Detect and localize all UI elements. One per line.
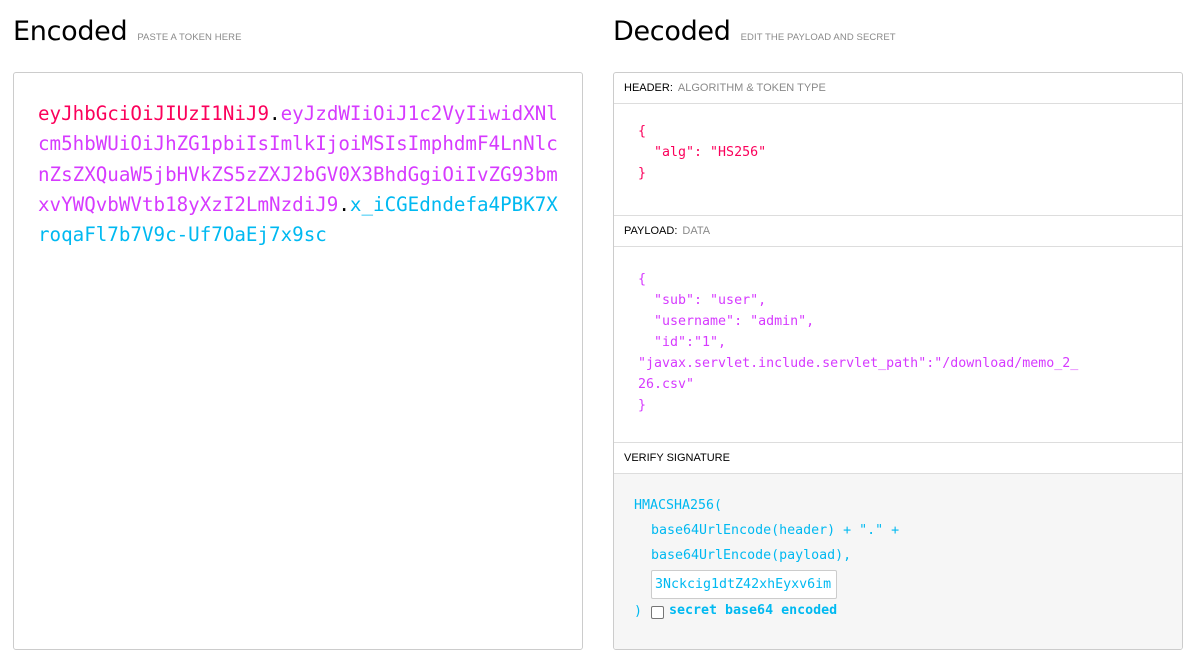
signature-close-paren: ) — [634, 604, 643, 619]
payload-section-desc: DATA — [682, 225, 711, 237]
token-dot: . — [269, 102, 281, 125]
encoded-token-editor[interactable]: eyJhbGciOiJIUzI1NiJ9.eyJzdWIiOiJ1c2VyIiw… — [13, 72, 583, 650]
secret-input[interactable]: 3Nckcig1dtZ42xhEyxv6im — [651, 570, 837, 599]
header-json[interactable]: { "alg": "HS256" } — [638, 121, 766, 184]
header-section-heading: HEADER: ALGORITHM & TOKEN TYPE — [614, 73, 1182, 104]
payload-json-editor[interactable]: { "sub": "user", "username": "admin", "i… — [614, 247, 1182, 443]
decoded-panel: HEADER: ALGORITHM & TOKEN TYPE { "alg": … — [613, 72, 1183, 650]
header-section-desc: ALGORITHM & TOKEN TYPE — [677, 82, 826, 94]
signature-header-line: base64UrlEncode(header) + "." + — [651, 523, 900, 538]
signature-section-body: HMACSHA256( base64UrlEncode(header) + ".… — [614, 474, 1182, 649]
decoded-subtitle: EDIT THE PAYLOAD AND SECRET — [740, 32, 896, 43]
encoded-title: Encoded — [13, 16, 128, 47]
base64-checkbox[interactable] — [651, 606, 664, 619]
base64-checkbox-label[interactable]: secret base64 encoded — [669, 603, 837, 618]
token-header-part: eyJhbGciOiJIUzI1NiJ9 — [38, 102, 270, 125]
header-json-editor[interactable]: { "alg": "HS256" } — [614, 104, 1182, 216]
token-text[interactable]: eyJhbGciOiJIUzI1NiJ9.eyJzdWIiOiJ1c2VyIiw… — [38, 99, 558, 250]
payload-section-heading: PAYLOAD: DATA — [614, 216, 1182, 247]
signature-section-label: VERIFY SIGNATURE — [624, 452, 730, 464]
payload-json[interactable]: { "sub": "user", "username": "admin", "i… — [638, 269, 1078, 416]
encoded-heading: Encoded PASTE A TOKEN HERE — [13, 16, 242, 47]
decoded-heading: Decoded EDIT THE PAYLOAD AND SECRET — [613, 16, 896, 47]
encoded-subtitle: PASTE A TOKEN HERE — [137, 32, 242, 43]
decoded-title: Decoded — [613, 16, 731, 47]
payload-section-label: PAYLOAD: — [624, 225, 678, 237]
token-dot: . — [338, 192, 350, 216]
signature-section-heading: VERIFY SIGNATURE — [614, 443, 1182, 474]
signature-fn-line: HMACSHA256( — [634, 498, 723, 513]
signature-payload-line: base64UrlEncode(payload), — [651, 548, 852, 563]
header-section-label: HEADER: — [624, 82, 673, 94]
